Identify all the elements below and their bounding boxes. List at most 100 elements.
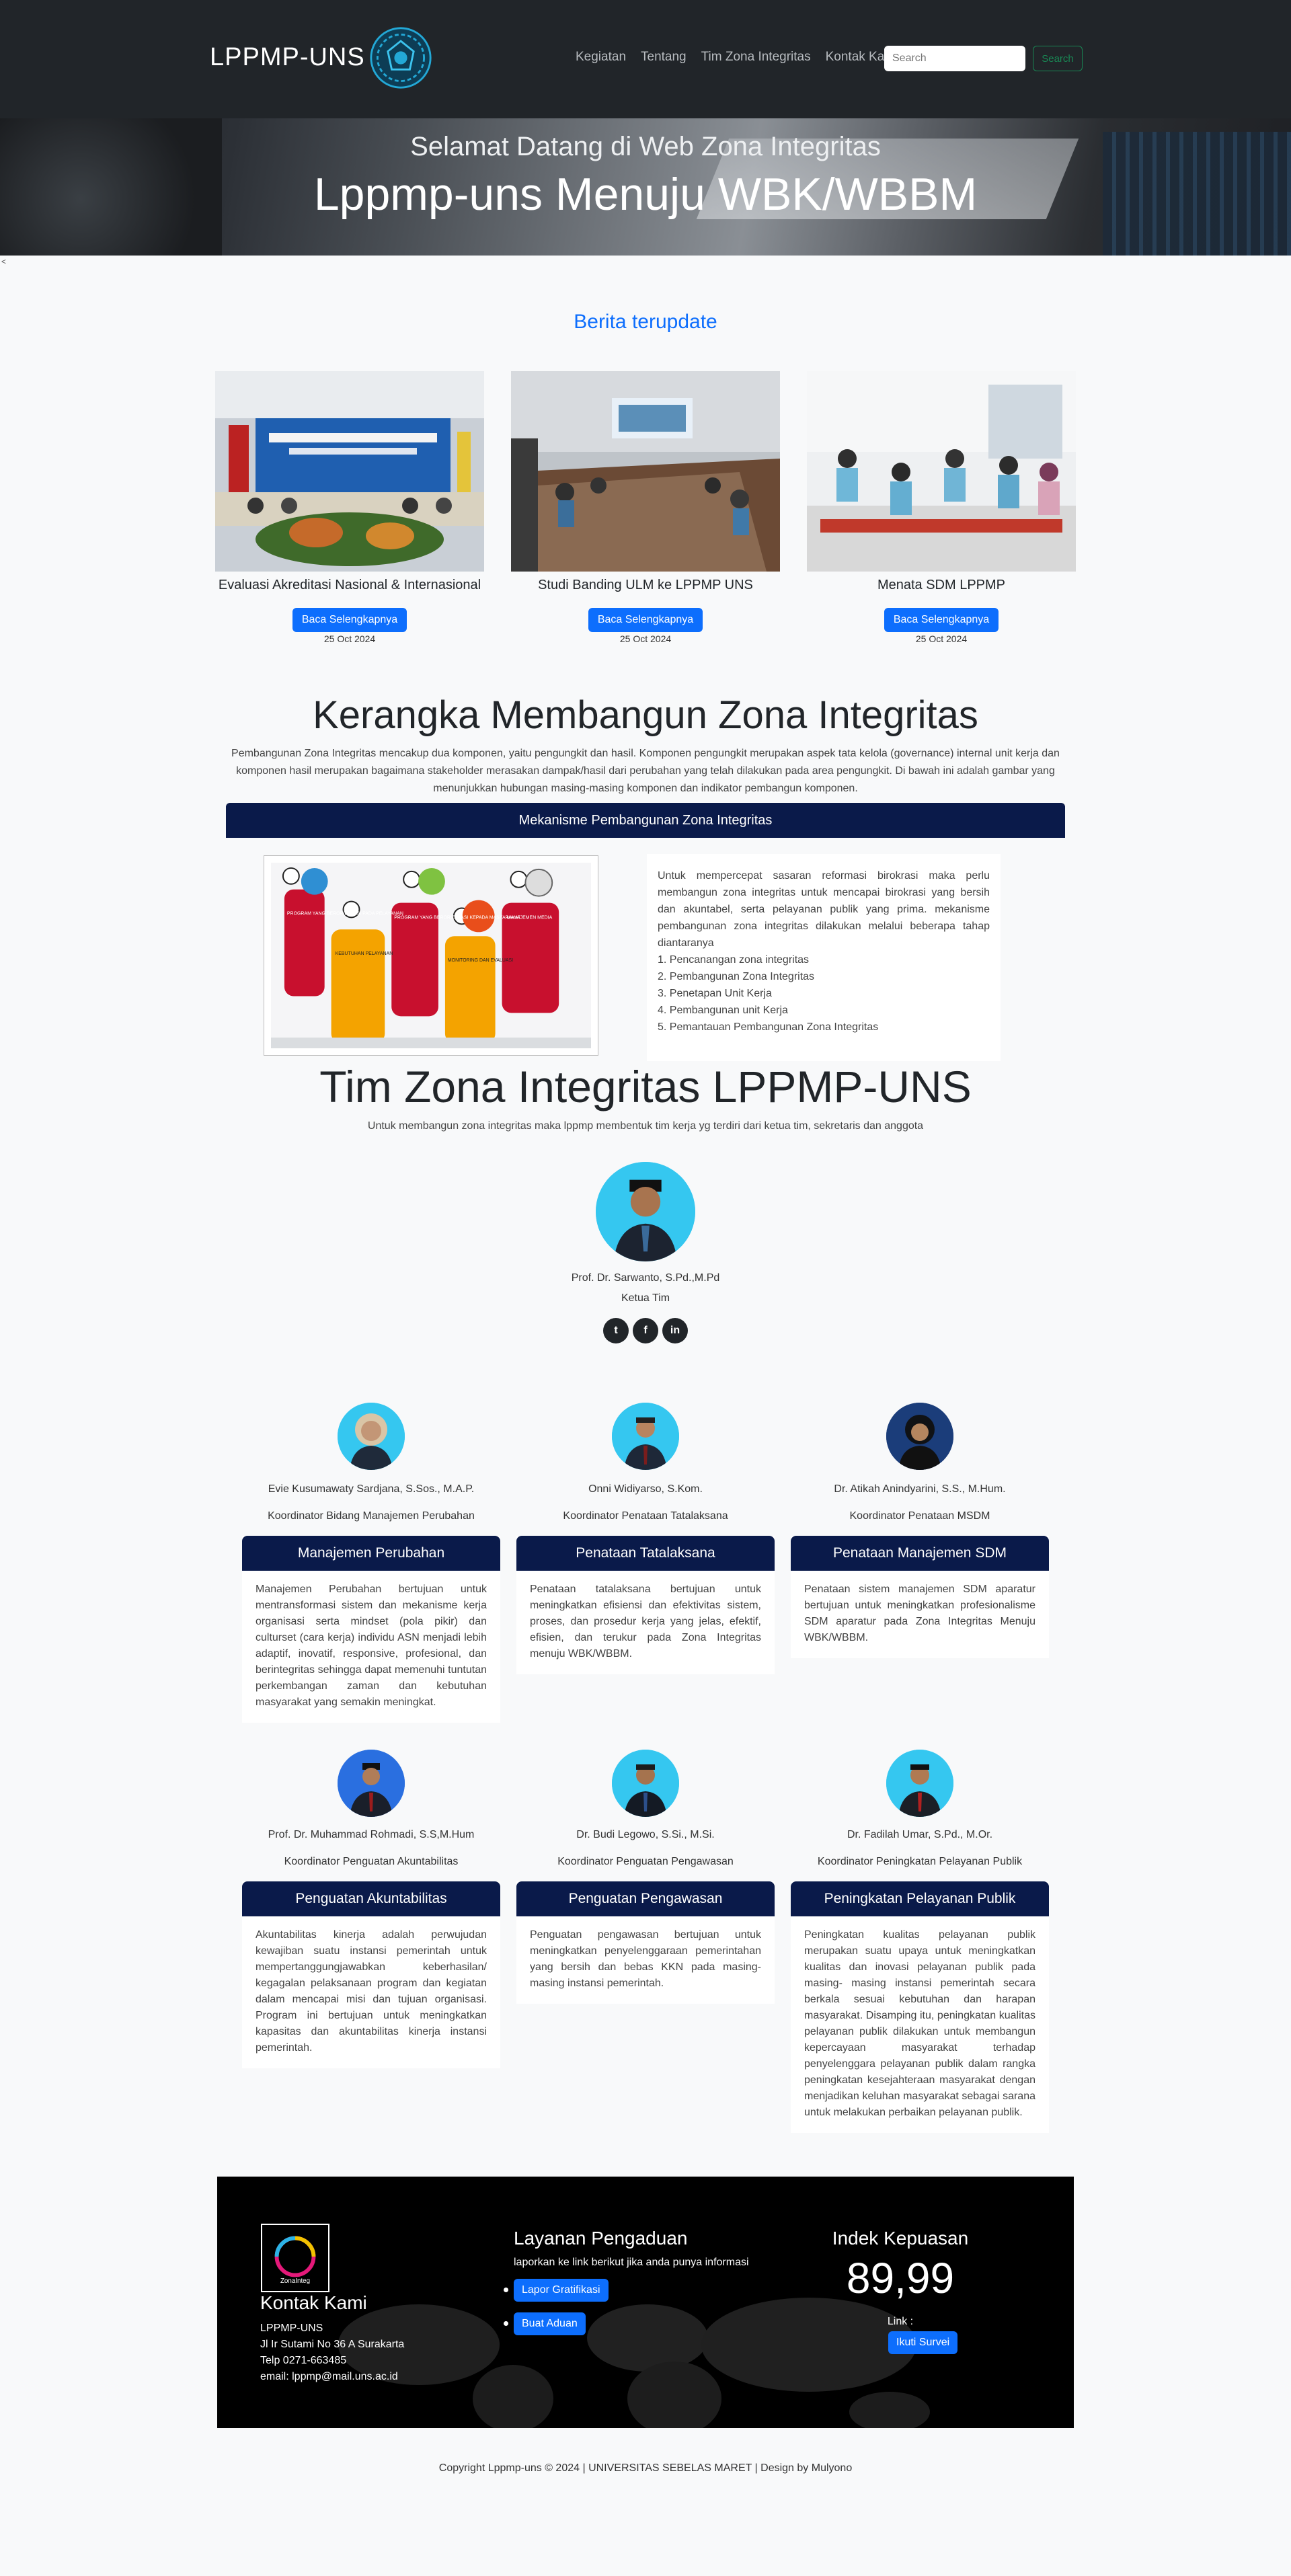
card-title: Penataan Tatalaksana — [516, 1536, 775, 1571]
nav-menu: Kegiatan Tentang Tim Zona Integritas Kon… — [576, 50, 898, 65]
read-more-button[interactable]: Baca Selengkapnya — [292, 608, 407, 632]
mekanisme-bar: Mekanisme Pembangunan Zona Integritas — [226, 803, 1065, 838]
link-label: Link : — [887, 2316, 914, 2327]
twitter-icon[interactable]: t — [603, 1318, 629, 1343]
team-title: Tim Zona Integritas LPPMP-UNS — [319, 1062, 972, 1111]
member-avatar — [886, 1750, 953, 1817]
news-caption: Studi Banding ULM ke LPPMP UNS — [538, 578, 753, 592]
news-date: 25 Oct 2024 — [323, 633, 376, 644]
mekanisme-intro: Untuk mempercepat sasaran reformasi biro… — [658, 870, 990, 949]
team-subtitle: Untuk membangun zona integritas maka lpp… — [367, 1120, 924, 1132]
card-title: Manajemen Perubahan — [242, 1536, 500, 1571]
nav-tentang[interactable]: Tentang — [641, 50, 687, 65]
member-avatar — [338, 1403, 405, 1470]
member-role: Koordinator Bidang Manajemen Perubahan — [268, 1510, 475, 1522]
zona-integritas-logo-text: ZonaInteg — [280, 2277, 310, 2285]
member-name: Dr. Atikah Anindyarini, S.S., M.Hum. — [834, 1483, 1006, 1495]
contact-line: Jl Ir Sutami No 36 A Surakarta — [260, 2339, 405, 2350]
ikuti-survei-button[interactable]: Ikuti Survei — [888, 2331, 958, 2354]
news-image-studi-banding[interactable] — [511, 371, 780, 572]
leader-name: Prof. Dr. Sarwanto, S.Pd.,M.Pd — [571, 1272, 720, 1284]
member-name: Evie Kusumawaty Sardjana, S.Sos., M.A.P. — [268, 1483, 475, 1495]
member-role: Koordinator Penataan Tatalaksana — [563, 1510, 728, 1522]
bullet-icon — [504, 2288, 508, 2292]
zona-integritas-logo: ZonaInteg — [261, 2224, 329, 2292]
hero-subtitle: Selamat Datang di Web Zona Integritas — [410, 132, 881, 161]
news-caption: Evaluasi Akreditasi Nasional & Internasi… — [218, 578, 481, 592]
index-title: Indek Kepuasan — [832, 2228, 969, 2249]
member-role: Koordinator Peningkatan Pelayanan Publik — [817, 1856, 1023, 1867]
news-card: Studi Banding ULM ke LPPMP UNS Baca Sele… — [511, 371, 780, 644]
member-avatar — [338, 1750, 405, 1817]
team-card: Penguatan Akuntabilitas Akuntabilitas ki… — [242, 1881, 500, 2068]
news-caption: Menata SDM LPPMP — [877, 578, 1006, 592]
facebook-icon[interactable]: f — [633, 1318, 658, 1343]
lapor-gratifikasi-button[interactable]: Lapor Gratifikasi — [514, 2279, 609, 2302]
team-card: Manajemen Perubahan Manajemen Perubahan … — [242, 1536, 500, 1723]
navbar: LPPMP-UNS Kegiatan Tentang Tim Zona Inte… — [0, 0, 1291, 118]
nav-kegiatan[interactable]: Kegiatan — [576, 50, 626, 65]
team-card: Penataan Manajemen SDM Penataan sistem m… — [791, 1536, 1049, 1658]
service-subtitle: laporkan ke link berikut jika anda punya… — [514, 2257, 749, 2268]
news-card: Menata SDM LPPMP Baca Selengkapnya 25 Oc… — [807, 371, 1076, 644]
stray-text: < — [1, 257, 7, 266]
news-date: 25 Oct 2024 — [915, 633, 968, 644]
nav-tim-zona-integritas[interactable]: Tim Zona Integritas — [701, 50, 811, 65]
index-value: 89,99 — [846, 2254, 955, 2302]
member-name: Dr. Budi Legowo, S.Si., M.Si. — [576, 1829, 715, 1840]
bullet-icon — [504, 2321, 508, 2326]
hero-title: Lppmp-uns Menuju WBK/WBBM — [313, 169, 978, 220]
step-item: 5. Pemantauan Pembangunan Zona Integrita… — [658, 1021, 879, 1033]
member-role: Koordinator Penataan MSDM — [849, 1510, 990, 1522]
infographic-label: KEBUTUHAN PELAYANAN — [336, 951, 393, 956]
infographic-label: PROGRAM YANG BERORIENTASI PADA PELAYANAN — [287, 911, 403, 916]
member-name: Onni Widiyarso, S.Kom. — [588, 1483, 703, 1495]
card-text: Akuntabilitas kinerja adalah perwujudan … — [256, 1929, 487, 2054]
linkedin-icon[interactable]: in — [662, 1318, 688, 1343]
card-text: Penataan sistem manajemen SDM aparatur b… — [804, 1584, 1035, 1643]
member-name: Dr. Fadilah Umar, S.Pd., M.Or. — [847, 1829, 993, 1840]
card-text: Peningkatan kualitas pelayanan publik me… — [804, 1929, 1035, 2118]
kerangka-description: Pembangunan Zona Integritas mencakup dua… — [231, 748, 1060, 794]
news-image-evaluasi[interactable] — [215, 371, 484, 572]
news-image-menata-sdm[interactable] — [807, 371, 1076, 572]
contact-title: Kontak Kami — [260, 2292, 367, 2313]
news-card: Evaluasi Akreditasi Nasional & Internasi… — [215, 371, 484, 644]
search-input[interactable] — [884, 46, 1025, 71]
card-text: Manajemen Perubahan bertujuan untuk ment… — [256, 1584, 487, 1708]
member-name: Prof. Dr. Muhammad Rohmadi, S.S,M.Hum — [268, 1829, 475, 1840]
world-map-background — [338, 2298, 930, 2428]
team-card: Penguatan Pengawasan Penguatan pengawasa… — [516, 1881, 775, 2004]
team-card: Peningkatan Pelayanan Publik Peningkatan… — [791, 1881, 1049, 2133]
step-item: 3. Penetapan Unit Kerja — [658, 988, 772, 999]
contact-email[interactable]: email: lppmp@mail.uns.ac.id — [260, 2369, 398, 2385]
member-avatar — [886, 1403, 953, 1470]
team-card: Penataan Tatalaksana Penataan tatalaksan… — [516, 1536, 775, 1674]
member-role: Koordinator Penguatan Pengawasan — [557, 1856, 734, 1867]
card-text: Penataan tatalaksana bertujuan untuk men… — [530, 1584, 761, 1660]
contact-line: LPPMP-UNS — [260, 2323, 323, 2334]
card-text: Penguatan pengawasan bertujuan untuk men… — [530, 1929, 761, 1989]
buat-aduan-button[interactable]: Buat Aduan — [514, 2312, 586, 2335]
brand-name[interactable]: LPPMP-UNS — [210, 43, 365, 72]
uns-logo — [370, 27, 432, 89]
hero-banner: Selamat Datang di Web Zona Integritas Lp… — [0, 118, 1291, 256]
read-more-button[interactable]: Baca Selengkapnya — [588, 608, 703, 632]
leader-avatar — [596, 1162, 695, 1261]
copyright: Copyright Lppmp-uns © 2024 | UNIVERSITAS… — [438, 2462, 853, 2474]
infographic-frame: PROGRAM YANG BERORIENTASI PADA PELAYANAN… — [264, 855, 598, 1056]
card-title: Penguatan Akuntabilitas — [242, 1881, 500, 1916]
footer: ZonaInteg Kontak Kami LPPMP-UNS Jl Ir Su… — [217, 2177, 1074, 2428]
search-button[interactable]: Search — [1033, 46, 1083, 71]
member-avatar — [612, 1750, 679, 1817]
member-role: Koordinator Penguatan Akuntabilitas — [284, 1856, 459, 1867]
infographic-label: MANAJEMEN MEDIA — [507, 915, 553, 920]
infographic-label: MONITORING DAN EVALUASI — [448, 958, 513, 963]
step-item: 1. Pencanangan zona integritas — [658, 954, 810, 966]
zona-integritas-infographic: PROGRAM YANG BERORIENTASI PADA PELAYANAN… — [271, 863, 591, 1048]
step-item: 4. Pembangunan unit Kerja — [658, 1005, 788, 1016]
card-title: Penataan Manajemen SDM — [791, 1536, 1049, 1571]
step-item: 2. Pembangunan Zona Integritas — [658, 971, 815, 982]
infographic-label: PROGRAM YANG BERORIENTASI KEPADA MASYARA… — [394, 915, 521, 920]
read-more-button[interactable]: Baca Selengkapnya — [884, 608, 999, 632]
